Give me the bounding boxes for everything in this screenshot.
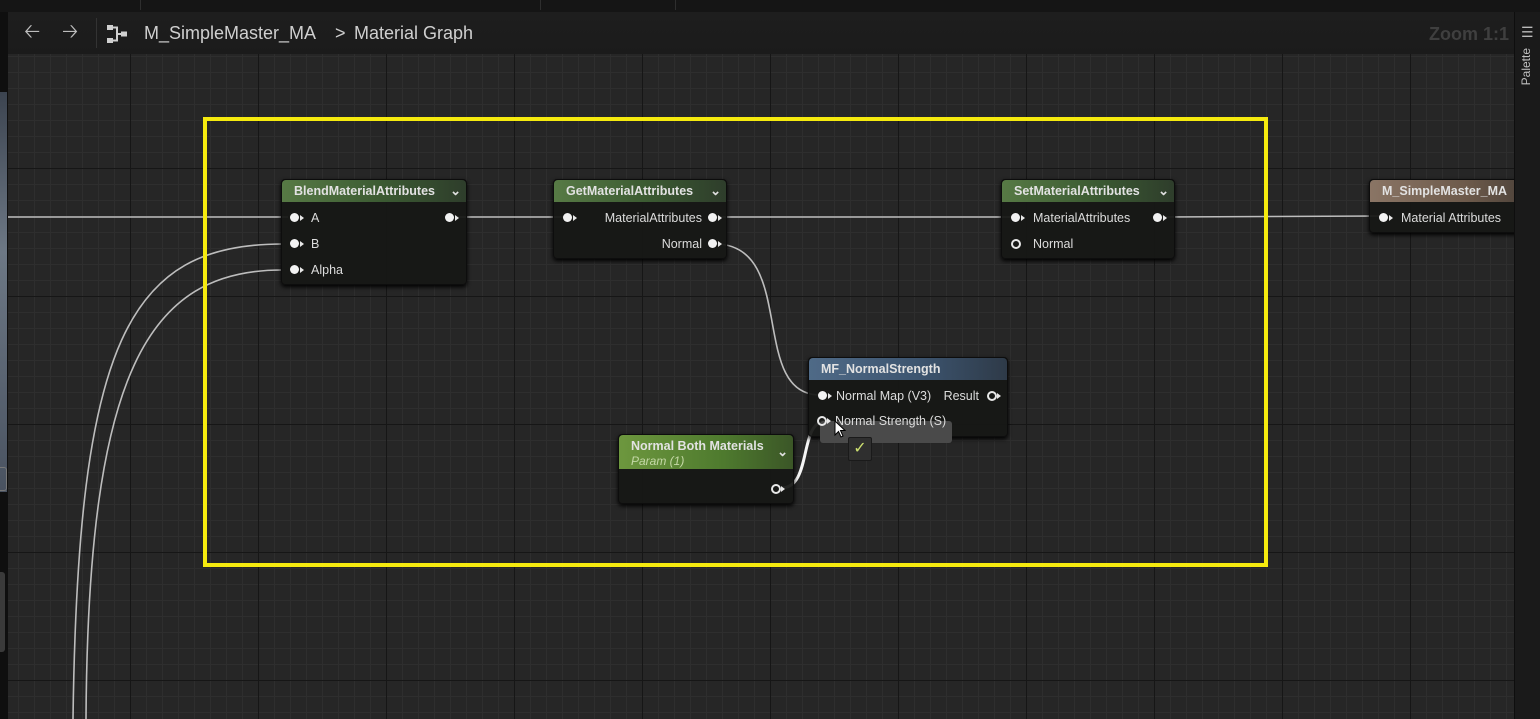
mouse-cursor-icon xyxy=(834,420,846,438)
input-pin-icon[interactable] xyxy=(1379,213,1388,222)
palette-tab[interactable]: Palette xyxy=(1519,48,1533,85)
pin-label: Material Attributes xyxy=(1401,211,1502,225)
breadcrumb-asset[interactable]: M_SimpleMaster_MA xyxy=(144,23,316,44)
tab-segment xyxy=(540,0,676,10)
viewport-preview-thumbnail xyxy=(0,92,7,492)
zoom-level: Zoom 1:1 xyxy=(1429,24,1510,44)
node-title: M_SimpleMaster_MA xyxy=(1382,184,1508,198)
breadcrumb-separator: > xyxy=(335,23,346,43)
node-material-output[interactable]: M_SimpleMaster_MA Material Attributes xyxy=(1369,179,1514,233)
menu-icon[interactable]: ☰ xyxy=(1521,24,1534,41)
forward-arrow-icon[interactable]: 🡢 xyxy=(62,21,78,43)
pin-arrow-icon xyxy=(1389,215,1393,221)
material-graph-icon xyxy=(107,25,127,43)
panel-scroll-handle[interactable] xyxy=(0,572,5,652)
right-sidebar xyxy=(1514,12,1540,719)
selection-marquee xyxy=(203,117,1268,567)
graph-toolbar: 🡠 🡢 M_SimpleMaster_MA > Material Graph Z… xyxy=(8,12,1514,54)
material-graph-canvas[interactable]: BlendMaterialAttributes ⌄ A B Alpha GetM… xyxy=(8,12,1514,719)
window-top-strip xyxy=(0,0,1540,12)
left-panel-edge xyxy=(0,12,8,719)
breadcrumb-graph[interactable]: Material Graph xyxy=(354,23,473,44)
panel-tab-handle[interactable] xyxy=(0,467,7,491)
toolbar-divider xyxy=(96,18,97,48)
back-arrow-icon[interactable]: 🡠 xyxy=(24,21,40,43)
tab-segment xyxy=(0,0,141,10)
node-header[interactable]: M_SimpleMaster_MA xyxy=(1370,180,1514,202)
tab-segment xyxy=(380,0,541,10)
